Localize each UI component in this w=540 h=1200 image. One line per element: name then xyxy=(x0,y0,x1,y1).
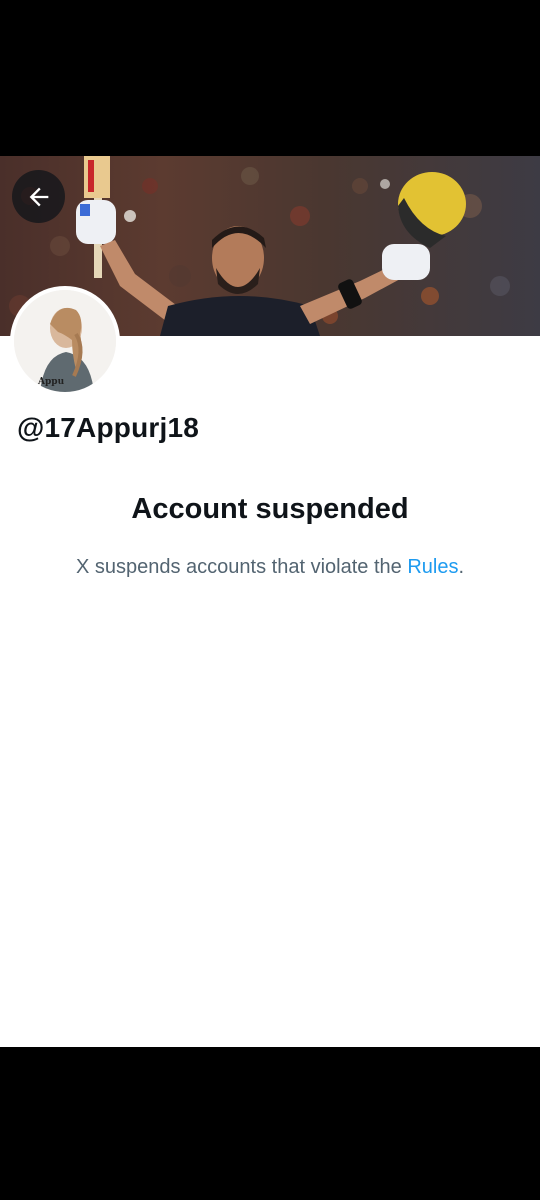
profile-handle: @17Appurj18 xyxy=(17,412,199,443)
avatar-illustration: Appu xyxy=(14,290,116,392)
profile-avatar[interactable]: Appu xyxy=(10,286,120,396)
avatar-caption: Appu xyxy=(37,377,65,387)
suspended-message-period: . xyxy=(458,556,465,578)
suspended-title: Account suspended xyxy=(131,493,409,525)
status-bar-area xyxy=(0,0,540,156)
profile-screen: Appu @17Appurj18 Account suspended X sus… xyxy=(0,156,540,1047)
suspended-message: X suspends accounts that violate the Rul… xyxy=(0,556,540,579)
avatar-image: Appu xyxy=(14,290,116,392)
navigation-bar-area xyxy=(0,1047,540,1200)
arrow-left-icon xyxy=(29,187,48,206)
back-button[interactable] xyxy=(12,170,65,223)
suspended-message-text: X suspends accounts that violate the xyxy=(75,556,408,578)
rules-link[interactable]: Rules xyxy=(407,556,458,578)
